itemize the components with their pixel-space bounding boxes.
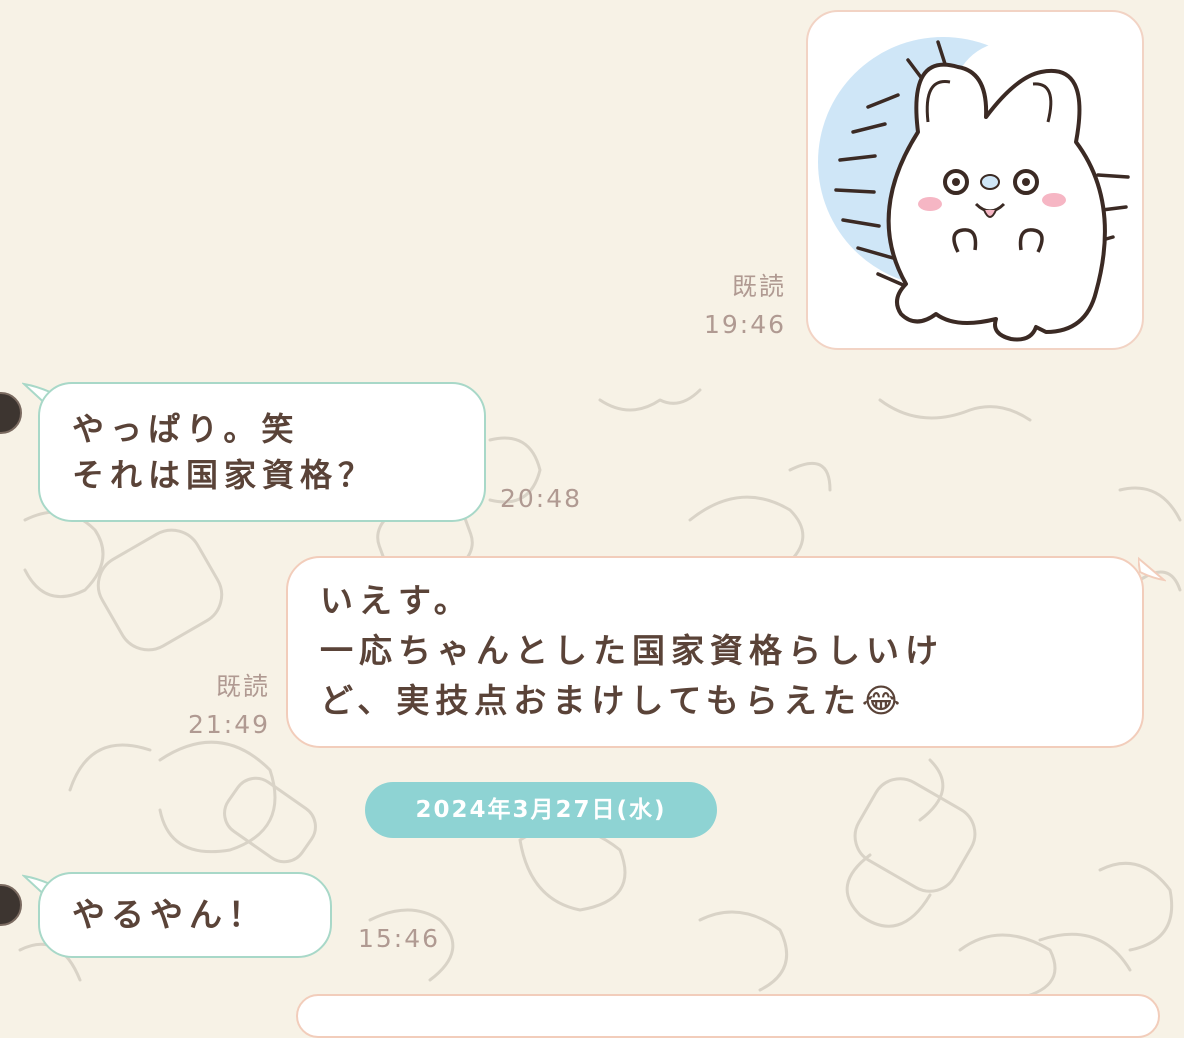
sticker-message[interactable] (806, 10, 1144, 350)
message-time: 19:46 (703, 310, 786, 339)
message-text: それは国家資格？ (72, 456, 377, 494)
message-text: ど、実技点おまけしてもらえた😂 (320, 681, 907, 720)
read-receipt: 既読 21:49 (176, 668, 270, 744)
message-text: やるやん！ (72, 895, 267, 934)
message-bubble[interactable]: やるやん！ (38, 872, 332, 958)
read-receipt: 既読 19:46 (690, 268, 786, 344)
read-label: 既読 (731, 272, 786, 301)
message-time: 21:49 (187, 710, 270, 739)
bubble-tail (1138, 556, 1166, 582)
message-time: 15:46 (358, 920, 448, 958)
message-bubble[interactable]: いえす。 一応ちゃんとした国家資格らしいけ ど、実技点おまけしてもらえた😂 (286, 556, 1144, 748)
message-bubble[interactable]: やっぱり。笑 それは国家資格？ (38, 382, 486, 522)
time-label: 15:46 (358, 924, 441, 953)
next-message-bubble-edge (296, 994, 1160, 1038)
read-label: 既読 (215, 672, 270, 701)
message-time: 20:48 (500, 480, 590, 518)
chiikawa-hamster-sticker-icon (818, 37, 1130, 342)
message-text: いえす。 (320, 581, 473, 620)
message-text: 一応ちゃんとした国家資格らしいけ (320, 631, 944, 670)
date-separator: 2024年3月27日(水) (365, 782, 717, 838)
message-text: やっぱり。笑 (72, 410, 300, 448)
time-label: 20:48 (500, 484, 583, 513)
